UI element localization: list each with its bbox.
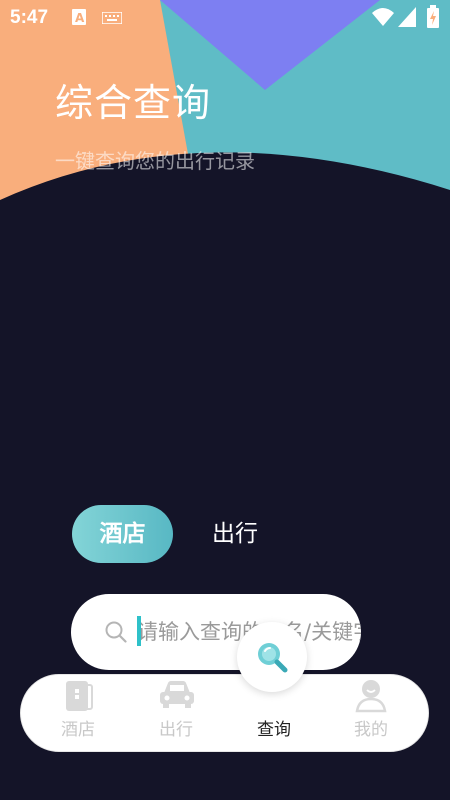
status-bar: 5:47 A [0,0,450,36]
car-icon [160,681,194,708]
nav-item-hotel[interactable]: 酒店 [33,675,123,753]
tab-hotel[interactable]: 酒店 [72,505,173,563]
search-icon [105,621,127,643]
nav-item-travel[interactable]: 出行 [131,675,221,753]
svg-text:A: A [75,11,85,25]
status-time: 5:47 [10,7,49,28]
wifi-icon [372,8,394,26]
signal-icon [398,7,416,27]
header-background [0,0,450,260]
keyboard-icon [102,12,122,24]
font-a-icon: A [72,9,86,25]
nav-label-hotel: 酒店 [61,720,95,740]
nav-label-travel: 出行 [159,720,193,740]
nav-label-mine: 我的 [354,720,388,740]
nav-label-query: 查询 [257,720,291,740]
user-icon [355,680,387,713]
magnifier-icon [258,643,288,673]
battery-icon [427,5,439,28]
hotel-door-icon [66,681,93,711]
query-fab-button[interactable] [237,622,307,692]
tab-travel[interactable]: 出行 [190,505,280,563]
text-cursor [137,616,141,646]
nav-item-mine[interactable]: 我的 [326,675,416,753]
page-subtitle: 一键查询您的出行记录 [55,149,255,173]
page-title: 综合查询 [55,81,212,125]
search-input[interactable]: 请输入查询的...名/关键字 [71,594,361,670]
bottom-nav: 酒店 出行 查询 我的 [20,674,429,752]
